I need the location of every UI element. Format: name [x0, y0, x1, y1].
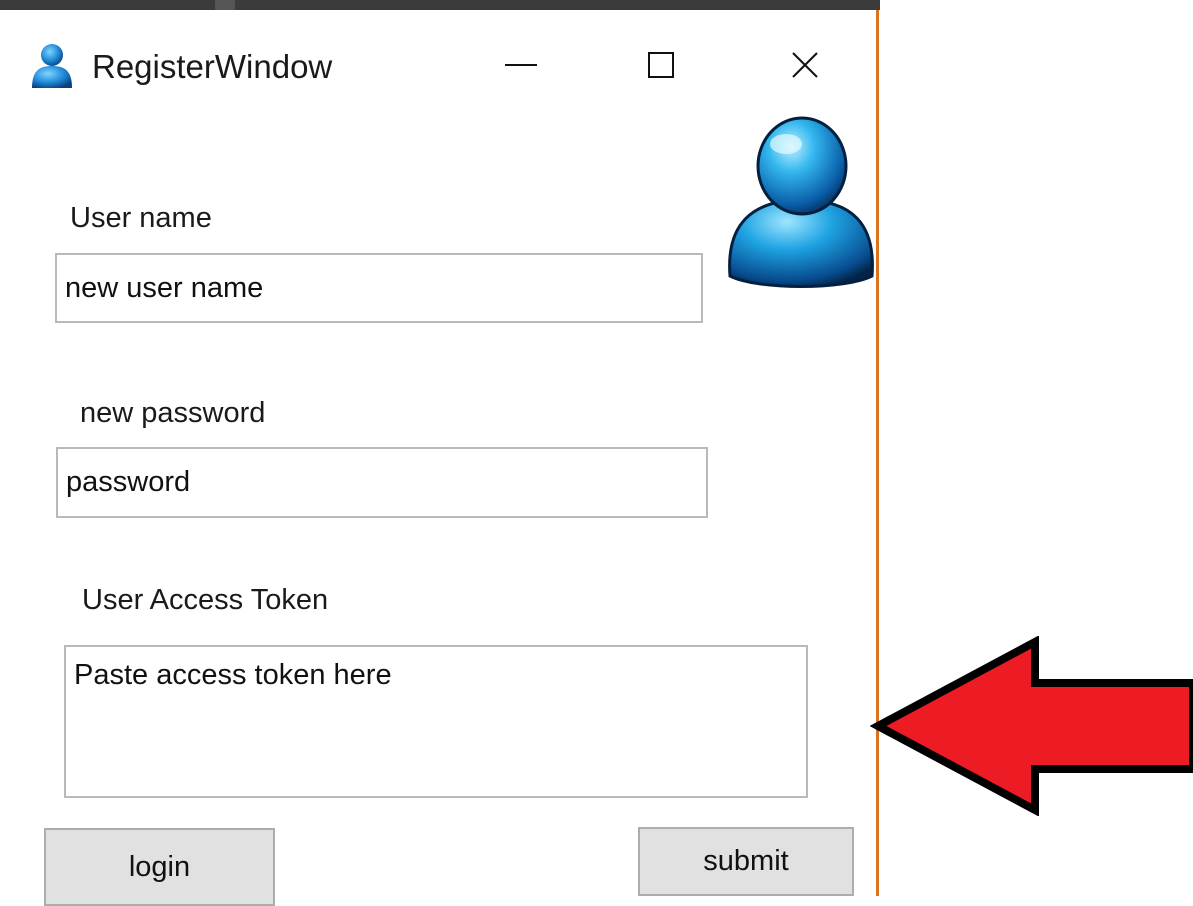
username-input[interactable]: [55, 253, 703, 323]
register-window: RegisterWindow User name new user name n…: [0, 10, 879, 906]
username-label: User name: [70, 202, 212, 234]
close-button[interactable]: [760, 30, 850, 100]
password-input[interactable]: [56, 447, 708, 518]
maximize-button[interactable]: [616, 30, 706, 100]
login-button[interactable]: login: [44, 828, 275, 906]
token-input[interactable]: Paste access token here: [64, 645, 808, 798]
window-title: RegisterWindow: [92, 48, 333, 85]
minimize-icon: [505, 64, 537, 66]
maximize-icon: [648, 52, 674, 78]
password-label: new password: [80, 397, 266, 429]
user-icon: [32, 44, 72, 88]
top-dark-strip: [0, 0, 880, 10]
title-bar[interactable]: RegisterWindow: [0, 10, 876, 100]
left-arrow-icon: [870, 636, 1193, 816]
submit-button[interactable]: submit: [638, 827, 854, 896]
token-label: User Access Token: [82, 584, 329, 616]
user-avatar-icon: [728, 116, 874, 288]
close-icon: [792, 52, 818, 78]
strip-segment: [215, 0, 235, 10]
minimize-button[interactable]: [476, 30, 566, 100]
